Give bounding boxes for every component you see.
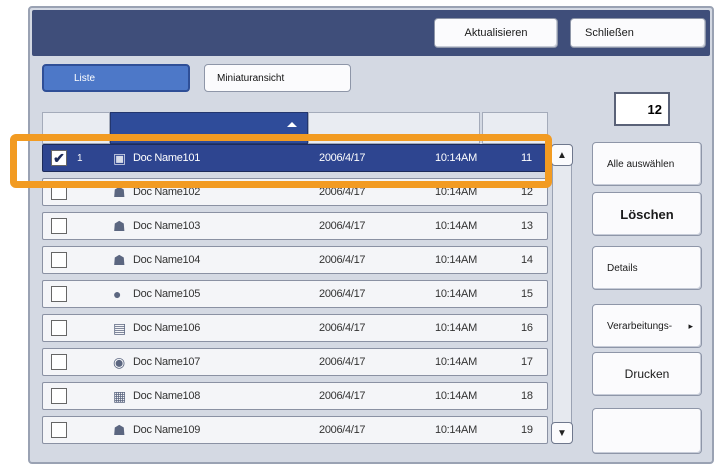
row-doc-name: Doc Name107 [133, 356, 201, 368]
row-checkbox[interactable] [51, 320, 67, 336]
row-number: 11 [521, 152, 532, 164]
column-header-select[interactable] [42, 112, 110, 144]
row-doc-name: Doc Name109 [133, 424, 201, 436]
document-icon: ▦ [113, 387, 127, 404]
details-label: Details [607, 262, 638, 274]
row-time: 10:14AM [435, 220, 477, 232]
row-date: 2006/4/17 [319, 424, 366, 436]
row-date: 2006/4/17 [319, 356, 366, 368]
document-icon: ☗ [113, 183, 126, 200]
row-checkbox[interactable] [51, 354, 67, 370]
column-header-date[interactable] [308, 112, 480, 144]
processing-button[interactable]: Verarbeitungs- ▸ [592, 304, 702, 348]
row-checkbox[interactable] [51, 422, 67, 438]
row-date: 2006/4/17 [319, 186, 366, 198]
row-doc-name: Doc Name105 [133, 288, 201, 300]
column-header-name[interactable] [110, 112, 308, 144]
row-checkbox[interactable] [51, 184, 67, 200]
row-number: 19 [521, 424, 533, 436]
row-doc-name: Doc Name103 [133, 220, 201, 232]
scroll-down-button[interactable]: ▼ [551, 422, 573, 444]
empty-button[interactable] [592, 408, 702, 454]
table-row[interactable]: ☗ Doc Name109 2006/4/17 10:14AM 19 [42, 416, 548, 444]
row-number: 15 [521, 288, 533, 300]
table-row[interactable]: ▤ Doc Name106 2006/4/17 10:14AM 16 [42, 314, 548, 342]
table-row[interactable]: ☗ Doc Name103 2006/4/17 10:14AM 13 [42, 212, 548, 240]
chevron-down-icon: ▼ [557, 427, 567, 439]
details-button[interactable]: Details [592, 246, 702, 290]
document-icon: ▣ [113, 149, 127, 166]
close-button-label: Schließen [585, 27, 634, 39]
row-time: 10:14AM [435, 186, 477, 198]
row-number: 18 [521, 390, 533, 402]
row-number: 14 [521, 254, 533, 266]
row-checkbox[interactable] [51, 252, 67, 268]
row-doc-name: Doc Name106 [133, 322, 201, 334]
print-button[interactable]: Drucken [592, 352, 702, 396]
table-row[interactable]: ☗ Doc Name104 2006/4/17 10:14AM 14 [42, 246, 548, 274]
row-doc-name: Doc Name108 [133, 390, 201, 402]
sort-ascending-icon [287, 122, 297, 127]
close-button[interactable]: Schließen [570, 18, 706, 48]
document-count: 12 [614, 92, 670, 126]
row-doc-name: Doc Name101 [133, 152, 201, 164]
delete-label: Löschen [620, 206, 674, 222]
chevron-up-icon: ▲ [557, 149, 567, 161]
table-row[interactable]: ▦ Doc Name108 2006/4/17 10:14AM 18 [42, 382, 548, 410]
tab-thumbnail[interactable]: Miniaturansicht [204, 64, 351, 92]
table-row[interactable]: ◉ Doc Name107 2006/4/17 10:14AM 17 [42, 348, 548, 376]
document-icon: ● [113, 286, 122, 302]
row-date: 2006/4/17 [319, 254, 366, 266]
row-doc-name: Doc Name104 [133, 254, 201, 266]
document-list: ✔ 1 ▣ Doc Name101 2006/4/17 10:14AM 11 ☗ Doc Nam… [42, 144, 550, 452]
row-index: 1 [77, 152, 83, 164]
tab-thumbnail-label: Miniaturansicht [217, 72, 285, 84]
row-date: 2006/4/17 [319, 322, 366, 334]
refresh-button-label: Aktualisieren [464, 27, 528, 39]
table-row[interactable]: ● Doc Name105 2006/4/17 10:14AM 15 [42, 280, 548, 308]
row-date: 2006/4/17 [319, 390, 366, 402]
row-number: 16 [521, 322, 533, 334]
document-icon: ☗ [113, 217, 126, 234]
chevron-right-icon: ▸ [688, 320, 693, 331]
tab-list-label: Liste [74, 72, 96, 84]
row-date: 2006/4/17 [319, 152, 366, 164]
document-icon: ◉ [113, 353, 126, 370]
row-number: 12 [521, 186, 533, 198]
row-time: 10:14AM [435, 356, 477, 368]
document-icon: ☗ [113, 421, 126, 438]
delete-button[interactable]: Löschen [592, 192, 702, 236]
row-time: 10:14AM [435, 322, 477, 334]
column-header-pages[interactable] [482, 112, 548, 144]
row-time: 10:14AM [435, 424, 477, 436]
print-label: Drucken [624, 367, 670, 381]
row-time: 10:14AM [435, 390, 477, 402]
row-date: 2006/4/17 [319, 220, 366, 232]
table-row[interactable]: ☗ Doc Name102 2006/4/17 10:14AM 12 [42, 178, 548, 206]
document-icon: ☗ [113, 251, 126, 268]
table-row[interactable]: ✔ 1 ▣ Doc Name101 2006/4/17 10:14AM 11 [42, 144, 548, 172]
scroll-up-button[interactable]: ▲ [551, 144, 573, 166]
scrollbar-track[interactable] [552, 144, 572, 444]
row-time: 10:14AM [435, 288, 477, 300]
row-checkbox[interactable] [51, 388, 67, 404]
row-time: 10:14AM [435, 152, 477, 164]
row-number: 13 [521, 220, 533, 232]
refresh-button[interactable]: Aktualisieren [434, 18, 558, 48]
row-number: 17 [521, 356, 533, 368]
row-date: 2006/4/17 [319, 288, 366, 300]
select-all-label: Alle auswählen [607, 158, 675, 170]
row-checkbox[interactable] [51, 286, 67, 302]
processing-label: Verarbeitungs- [607, 320, 673, 332]
select-all-button[interactable]: Alle auswählen [592, 142, 702, 186]
row-time: 10:14AM [435, 254, 477, 266]
tab-list[interactable]: Liste [42, 64, 190, 92]
row-checkbox[interactable]: ✔ [51, 150, 67, 166]
row-checkbox[interactable] [51, 218, 67, 234]
document-icon: ▤ [113, 319, 127, 336]
row-doc-name: Doc Name102 [133, 186, 201, 198]
